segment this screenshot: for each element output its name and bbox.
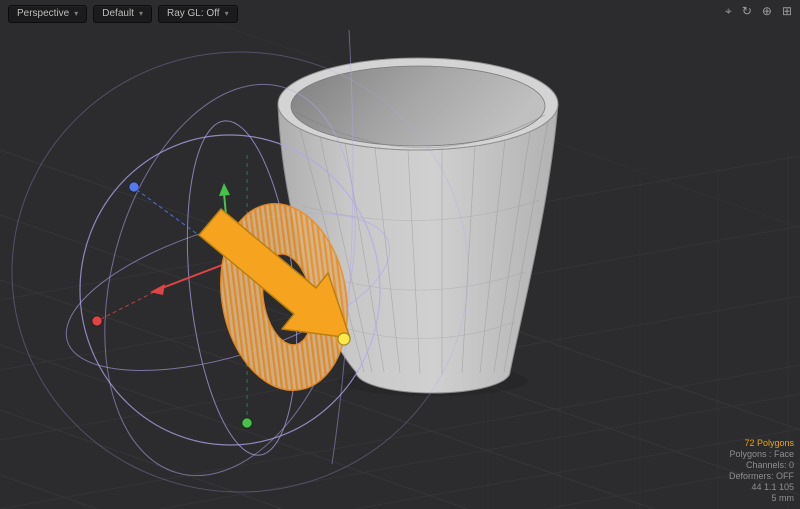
chevron-down-icon: ▾ [139, 8, 143, 20]
handle-blue [129, 182, 139, 192]
viewport-canvas[interactable] [0, 0, 800, 509]
stats-readout: 44 1.1 105 [751, 482, 794, 493]
selection-mode: Polygons : Face [729, 449, 794, 460]
zoom-icon[interactable]: ⊕ [762, 4, 772, 18]
grid-size: 5 mm [772, 493, 795, 504]
channels-status: Channels: 0 [746, 460, 794, 471]
chevron-down-icon: ▾ [74, 8, 78, 20]
handle-green [242, 418, 252, 428]
handle-red [92, 316, 102, 326]
view-controls: ⌖ ↻ ⊕ ⊞ [725, 4, 792, 18]
viewport-header: Perspective ▾ Default ▾ Ray GL: Off ▾ [8, 5, 238, 23]
view-type-label: Perspective [17, 8, 69, 20]
raygl-label: Ray GL: Off [167, 8, 220, 20]
target-icon[interactable]: ⌖ [725, 4, 732, 18]
raygl-button[interactable]: Ray GL: Off ▾ [158, 5, 238, 23]
orbit-icon[interactable]: ↻ [742, 4, 752, 18]
chevron-down-icon: ▾ [225, 8, 229, 20]
maximize-icon[interactable]: ⊞ [782, 4, 792, 18]
axis-y-arrowhead [219, 183, 230, 196]
axis-x-dashed [99, 289, 160, 320]
handle-yellow[interactable] [338, 333, 350, 345]
shading-style-button[interactable]: Default ▾ [93, 5, 152, 23]
deformers-status: Deformers: OFF [729, 471, 794, 482]
shading-style-label: Default [102, 8, 134, 20]
selection-count: 72 Polygons [744, 438, 794, 449]
view-type-button[interactable]: Perspective ▾ [8, 5, 87, 23]
3d-viewport[interactable]: Perspective ▾ Default ▾ Ray GL: Off ▾ ⌖ … [0, 0, 800, 509]
status-readout: 72 Polygons Polygons : Face Channels: 0 … [729, 438, 794, 504]
